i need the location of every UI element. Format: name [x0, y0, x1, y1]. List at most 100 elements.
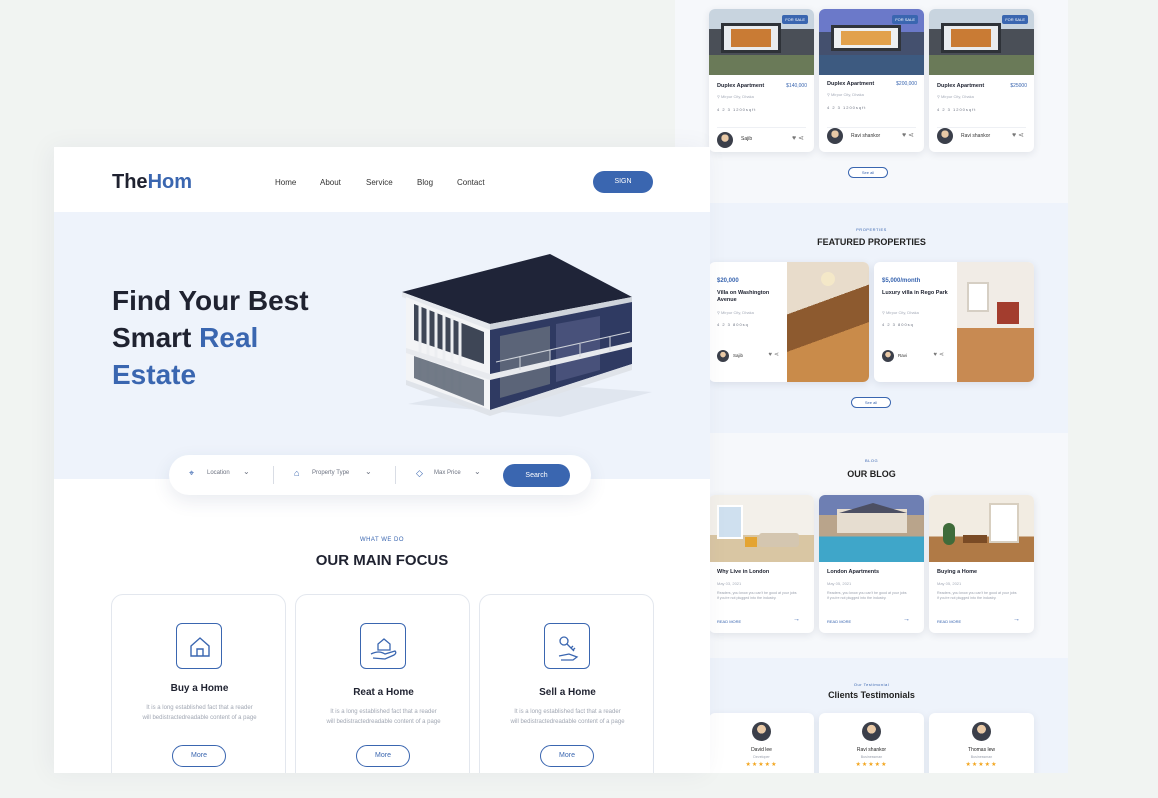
- client-role: Developer: [753, 755, 770, 759]
- client-name: David lee: [751, 747, 772, 753]
- blog-excerpt: Readers, you know you can't be good at y…: [827, 591, 907, 600]
- chevron-down-icon[interactable]: ⌄: [365, 467, 372, 476]
- featured-title: Villa on Washington Avenue: [717, 290, 770, 303]
- focus-card-rent: Reat a Home It is a long established fac…: [295, 594, 470, 773]
- divider: [273, 466, 274, 484]
- featured-card[interactable]: $5,000/month Luxury villa in Rego Park ⚲…: [874, 262, 1034, 382]
- client-name: Thomas lew: [968, 747, 995, 753]
- section-title: OUR MAIN FOCUS: [315, 552, 449, 569]
- house-icon: [176, 623, 222, 669]
- heart-share-icons[interactable]: ♥⋖: [792, 134, 806, 142]
- avatar: [972, 722, 991, 741]
- max-price-select[interactable]: Max Price: [434, 470, 461, 476]
- site-logo[interactable]: TheHom: [112, 171, 192, 194]
- listing-location: ⚲ Mirpur City, Dhaka: [717, 94, 754, 99]
- focus-card-desc: It is a long established fact that a rea…: [510, 709, 625, 725]
- more-button[interactable]: More: [172, 745, 226, 767]
- nav-blog[interactable]: Blog: [417, 178, 433, 187]
- listing-card[interactable]: FOR SALE Duplex Apartment $200,000 ⚲ Mir…: [819, 9, 924, 152]
- client-role: Businessman: [970, 755, 993, 759]
- agent-name: Ravi shankor: [851, 133, 881, 139]
- featured-card[interactable]: $20,000 Villa on Washington Avenue ⚲ Mir…: [709, 262, 869, 382]
- location-select[interactable]: Location: [207, 470, 230, 476]
- blog-title: Buying a Home: [937, 569, 978, 575]
- nav-contact[interactable]: Contact: [457, 178, 485, 187]
- featured-section: PROPERTIES FEATURED PROPERTIES $20,000 V…: [675, 203, 1068, 433]
- listing-title: Duplex Apartment: [717, 83, 765, 89]
- listing-price: $140,000: [786, 83, 807, 89]
- chevron-down-icon[interactable]: ⌄: [474, 467, 481, 476]
- avatar: [882, 350, 894, 362]
- focus-card-sell: Sell a Home It is a long established fac…: [479, 594, 654, 773]
- home-icon: ⌂: [294, 468, 300, 478]
- chevron-down-icon[interactable]: ⌄: [243, 467, 250, 476]
- arrow-right-icon[interactable]: →: [903, 616, 910, 623]
- property-type-select[interactable]: Property Type: [312, 470, 349, 476]
- blog-card[interactable]: London Apartments May 05, 2021 Readers, …: [819, 495, 924, 633]
- hero-heading: Find Your Best Smart Real Estate: [112, 285, 309, 390]
- agent-name: Ravi: [898, 353, 908, 358]
- featured-footer: Ravi ♥⋖: [882, 350, 946, 364]
- section-title: FEATURED PROPERTIES: [817, 237, 926, 247]
- location-pin-icon: ⌖: [189, 468, 195, 478]
- arrow-right-icon[interactable]: →: [1013, 616, 1020, 623]
- blog-title: Why Live in London: [717, 569, 770, 575]
- agent-name: Ravi shankor: [961, 133, 991, 139]
- focus-card-buy: Buy a Home It is a long established fact…: [111, 594, 286, 773]
- pool-house-photo: [819, 495, 924, 562]
- star-rating-icon: ★★★★★: [855, 762, 888, 768]
- section-subtitle: WHAT WE DO: [359, 537, 405, 543]
- featured-footer: Sajib ♥⋖: [717, 350, 781, 364]
- heart-share-icons[interactable]: ♥⋖: [768, 351, 781, 358]
- for-sale-tag: FOR SALE: [1002, 15, 1028, 24]
- featured-price: $20,000: [717, 278, 739, 284]
- read-more-link[interactable]: READ MORE: [827, 619, 851, 624]
- blog-section: BLOG OUR BLOG Why Live in London May 03,…: [675, 433, 1068, 658]
- agent-name: Sajib: [741, 136, 753, 142]
- avatar: [862, 722, 881, 741]
- avatar: [937, 128, 953, 144]
- dining-room-photo: [929, 495, 1034, 562]
- interior-photo: [957, 262, 1034, 382]
- section-title: Clients Testimonials: [828, 690, 915, 700]
- sign-button[interactable]: SIGN: [593, 171, 653, 193]
- interior-photo: [787, 262, 869, 382]
- search-button[interactable]: Search: [503, 464, 570, 487]
- featured-title: Luxury villa in Rego Park: [882, 290, 948, 296]
- blog-title: London Apartments: [827, 569, 880, 575]
- see-all-button[interactable]: See all: [851, 397, 891, 408]
- listing-card[interactable]: FOR SALE Duplex Apartment $25000 ⚲ Mirpu…: [929, 9, 1034, 152]
- living-room-photo: [709, 495, 814, 562]
- avatar: [717, 132, 733, 148]
- heart-share-icons[interactable]: ♥⋖: [1012, 131, 1026, 139]
- featured-price: $5,000/month: [882, 278, 921, 284]
- focus-card-title: Reat a Home: [353, 687, 414, 698]
- featured-location: ⚲ Mirpur City, Dhaka: [882, 310, 919, 315]
- house-photo: FOR SALE: [709, 9, 814, 75]
- nav-about[interactable]: About: [320, 178, 341, 187]
- listing-title: Duplex Apartment: [937, 83, 985, 89]
- heart-share-icons[interactable]: ♥⋖: [933, 351, 946, 358]
- more-button[interactable]: More: [356, 745, 410, 767]
- listing-features: 4 2 3 1200sqft: [717, 107, 757, 112]
- testimonial-card: David lee Developer ★★★★★: [709, 713, 814, 773]
- nav-service[interactable]: Service: [366, 178, 393, 187]
- more-button[interactable]: More: [540, 745, 594, 767]
- property-search-bar: ⌖ Location ⌄ ⌂ Property Type ⌄ ◇ Max Pri…: [169, 455, 591, 495]
- house-photo: FOR SALE: [819, 9, 924, 75]
- read-more-link[interactable]: READ MORE: [717, 619, 741, 624]
- client-name: Ravi shankor: [856, 747, 887, 753]
- listing-card[interactable]: FOR SALE Duplex Apartment $140,000 ⚲ Mir…: [709, 9, 814, 152]
- hand-house-icon: [360, 623, 406, 669]
- nav-home[interactable]: Home: [275, 178, 296, 187]
- section-subtitle: Our Testimonial: [853, 682, 890, 687]
- featured-features: 4 2 3 800sq: [717, 322, 749, 327]
- blog-card[interactable]: Why Live in London May 03, 2021 Readers,…: [709, 495, 814, 633]
- heart-share-icons[interactable]: ♥⋖: [902, 131, 916, 139]
- blog-card[interactable]: Buying a Home May 05, 2021 Readers, you …: [929, 495, 1034, 633]
- arrow-right-icon[interactable]: →: [793, 616, 800, 623]
- listing-features: 4 2 3 1200sqft: [827, 105, 867, 110]
- read-more-link[interactable]: READ MORE: [937, 619, 961, 624]
- listing-location: ⚲ Mirpur City, Dhaka: [827, 92, 864, 97]
- see-all-button[interactable]: See all: [848, 167, 888, 178]
